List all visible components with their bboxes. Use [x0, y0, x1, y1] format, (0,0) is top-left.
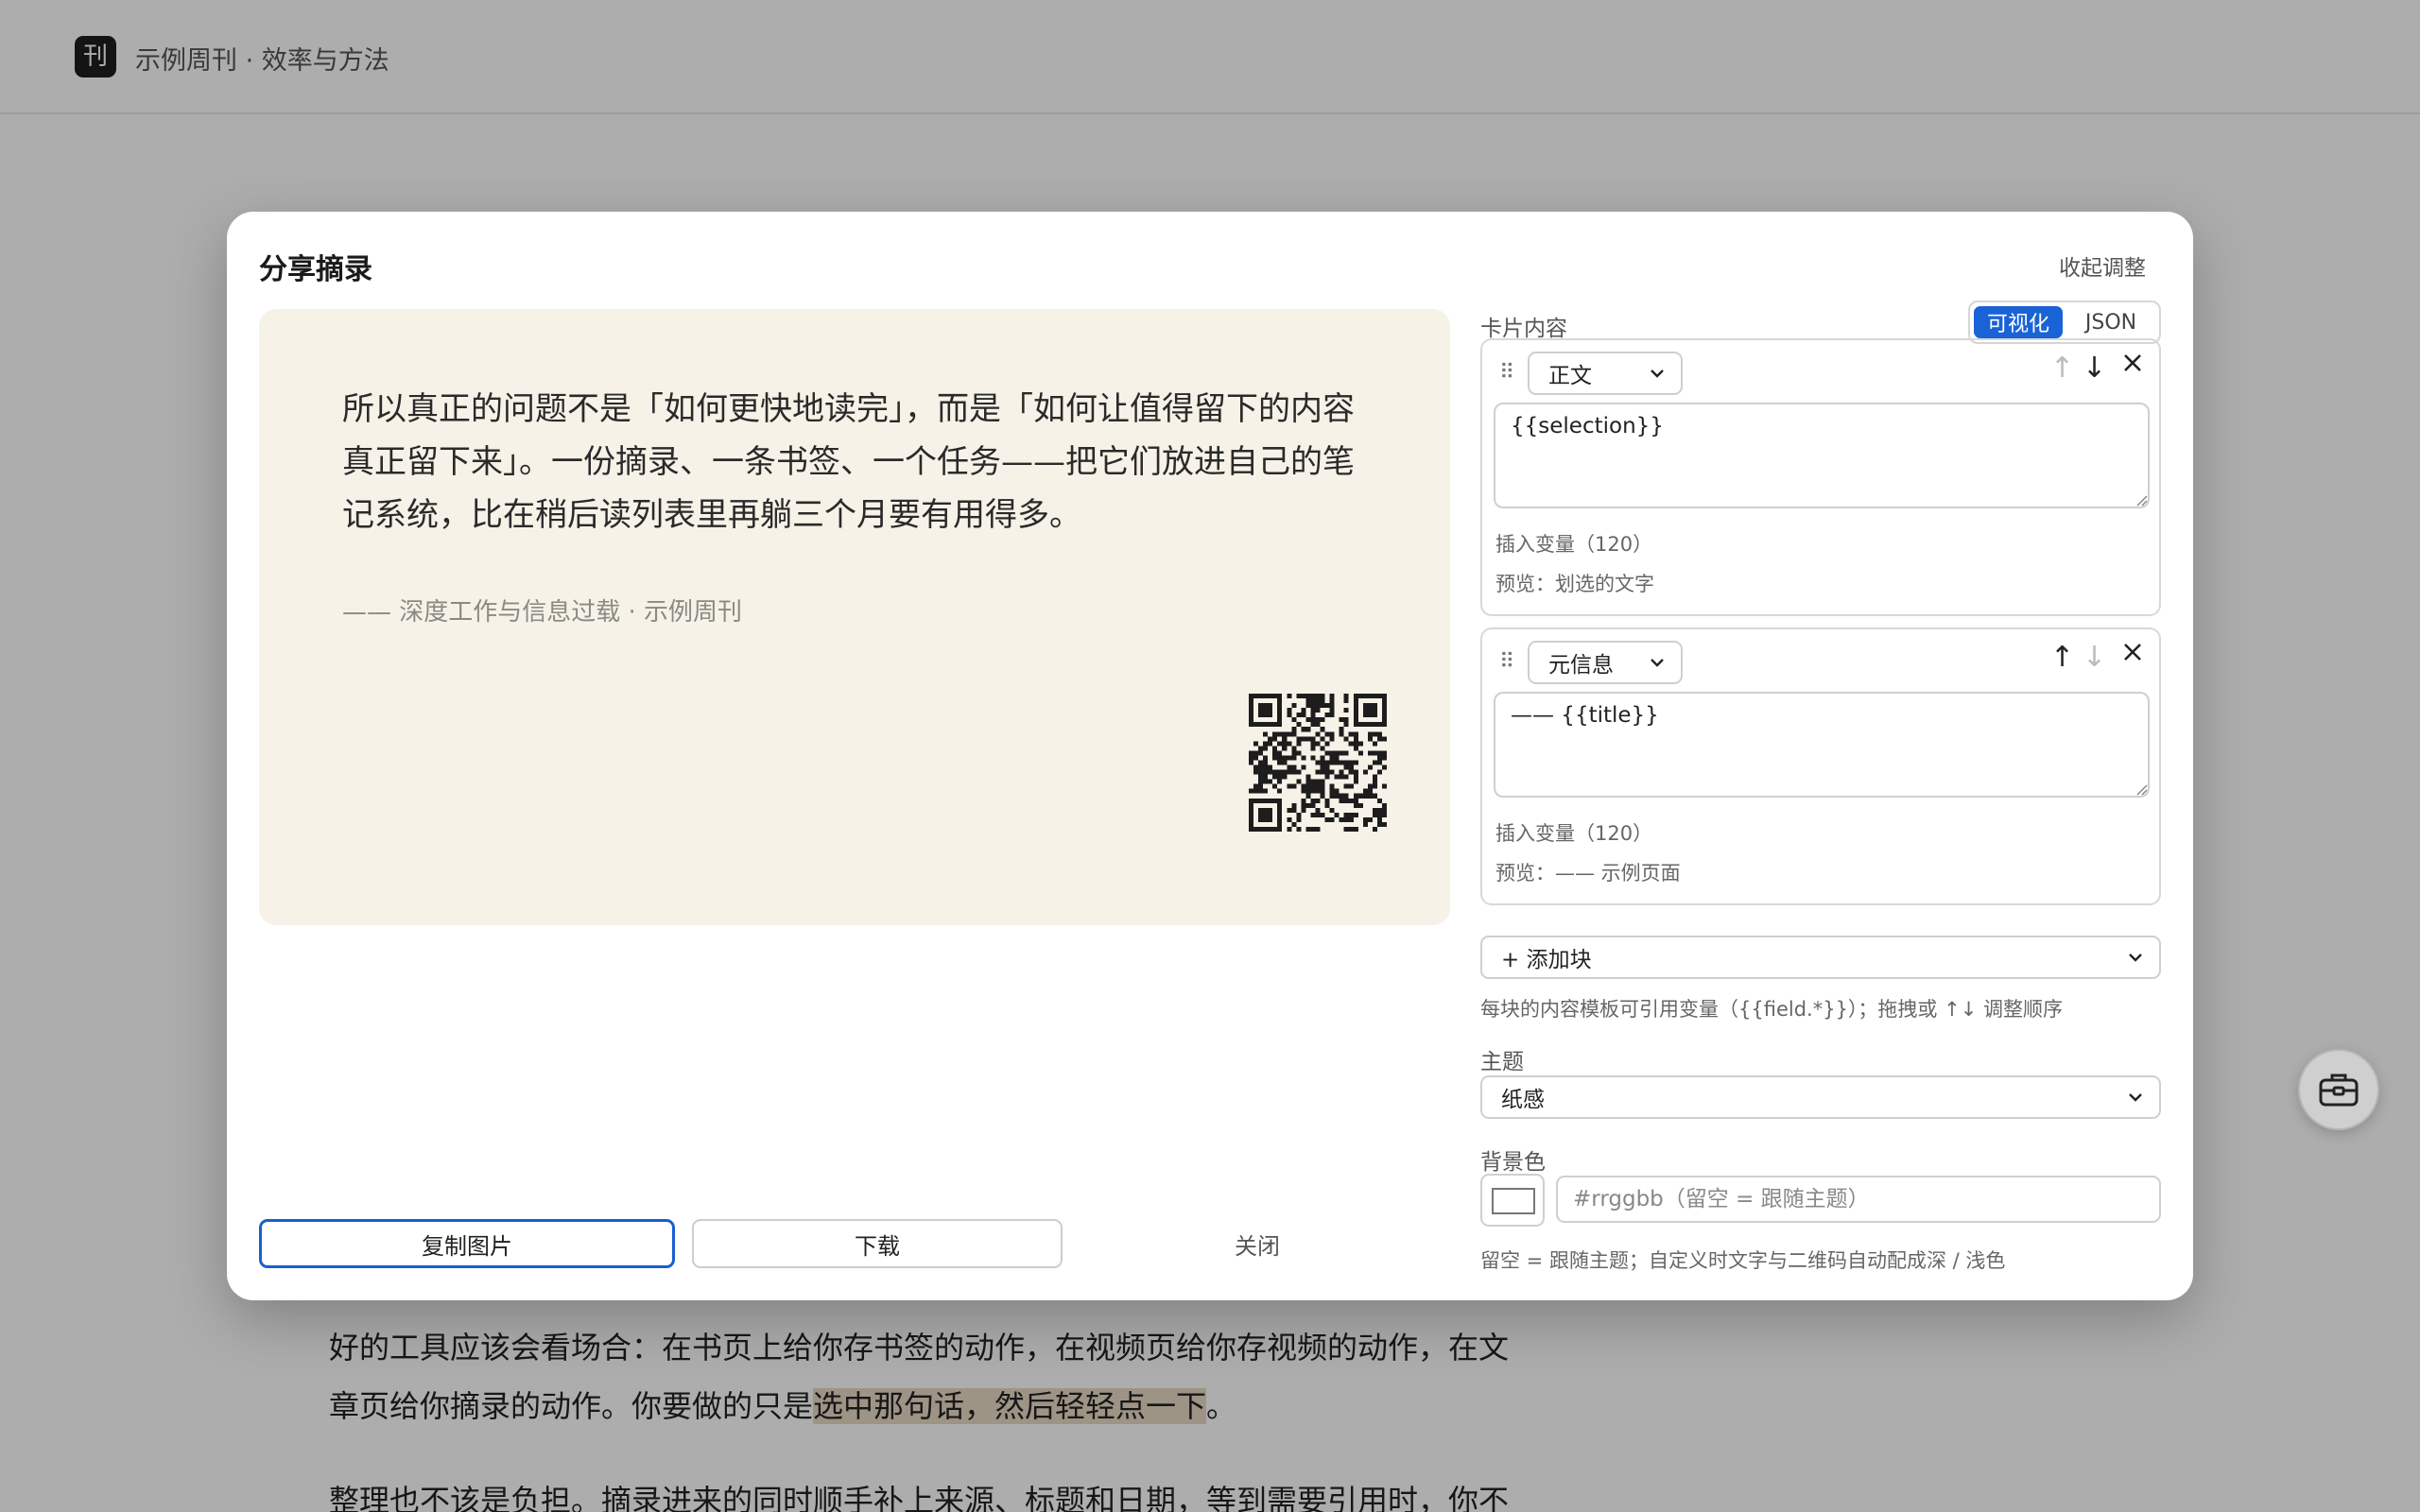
drag-handle-icon[interactable]: ⠿ [1499, 650, 1514, 674]
block-type-select[interactable]: 元信息 [1528, 641, 1683, 684]
modal-title: 分享摘录 [259, 253, 372, 286]
chevron-down-icon [2129, 954, 2142, 962]
share-excerpt-modal: 分享摘录 收起调整 所以真正的问题不是「如何更快地读完」，而是「如何让值得留下的… [227, 212, 2193, 1300]
insert-variable-link[interactable]: 插入变量（120） [1495, 818, 1652, 847]
remove-block-icon[interactable] [2119, 639, 2146, 665]
toolbox-icon [2319, 1074, 2359, 1107]
background-color-label: 背景色 [1480, 1150, 1546, 1175]
preview-meta: —— 深度工作与信息过载 · 示例周刊 [342, 598, 743, 627]
background-color-input[interactable] [1556, 1176, 2161, 1223]
remove-block-icon[interactable] [2119, 350, 2146, 376]
download-button[interactable]: 下载 [692, 1219, 1063, 1268]
close-button[interactable]: 关闭 [1172, 1219, 1342, 1268]
toolbox-button[interactable] [2298, 1049, 2379, 1130]
mode-visual-tab[interactable]: 可视化 [1974, 306, 2063, 338]
move-down-icon[interactable]: ↓ [2083, 641, 2106, 674]
chevron-down-icon [2129, 1093, 2142, 1102]
collapse-adjust-button[interactable]: 收起调整 [2059, 249, 2146, 282]
drag-handle-icon[interactable]: ⠿ [1499, 361, 1514, 385]
preview-quote: 所以真正的问题不是「如何更快地读完」，而是「如何让值得留下的内容真正留下来」。一… [342, 390, 1355, 534]
block-template-input[interactable]: —— {{title}} [1494, 692, 2150, 798]
add-block-select[interactable]: + 添加块 [1480, 936, 2161, 979]
move-up-icon[interactable]: ↑ [2050, 352, 2074, 385]
move-up-icon[interactable]: ↑ [2050, 641, 2074, 674]
content-block: ⠿ 元信息 ↑ ↓ —— {{title}} 插入变量（120） 预览：—— 示… [1480, 627, 2161, 905]
color-swatch-preview [1492, 1188, 1535, 1214]
insert-variable-link[interactable]: 插入变量（120） [1495, 529, 1652, 558]
mode-json-tab[interactable]: JSON [2066, 306, 2155, 338]
preview-card: 所以真正的问题不是「如何更快地读完」，而是「如何让值得留下的内容真正留下来」。一… [259, 309, 1450, 925]
chevron-down-icon [1651, 369, 1664, 378]
theme-select[interactable]: 纸感 [1480, 1075, 2161, 1119]
background-color-help: 留空 = 跟随主题；自定义时文字与二维码自动配成深 / 浅色 [1480, 1249, 2006, 1272]
move-down-icon[interactable]: ↓ [2083, 352, 2106, 385]
block-template-input[interactable]: {{selection}} [1494, 403, 2150, 508]
blocks-help-text: 每块的内容模板可引用变量（{{field.*}}）；拖拽或 ↑↓ 调整顺序 [1480, 998, 2063, 1021]
copy-image-button[interactable]: 复制图片 [259, 1219, 675, 1268]
content-block: ⠿ 正文 ↑ ↓ {{selection}} 插入变量（120） 预览：划选的文… [1480, 338, 2161, 616]
resize-handle-icon[interactable] [2135, 782, 2148, 796]
block-preview-text: 预览：划选的文字 [1495, 573, 1654, 595]
theme-label: 主题 [1480, 1050, 1524, 1074]
card-content-label: 卡片内容 [1480, 317, 1567, 341]
resize-handle-icon[interactable] [2135, 493, 2148, 507]
block-type-select[interactable]: 正文 [1528, 352, 1683, 395]
background-color-picker[interactable] [1480, 1174, 1545, 1227]
block-preview-text: 预览：—— 示例页面 [1495, 862, 1681, 885]
qr-code [1249, 694, 1387, 832]
chevron-down-icon [1651, 659, 1664, 667]
